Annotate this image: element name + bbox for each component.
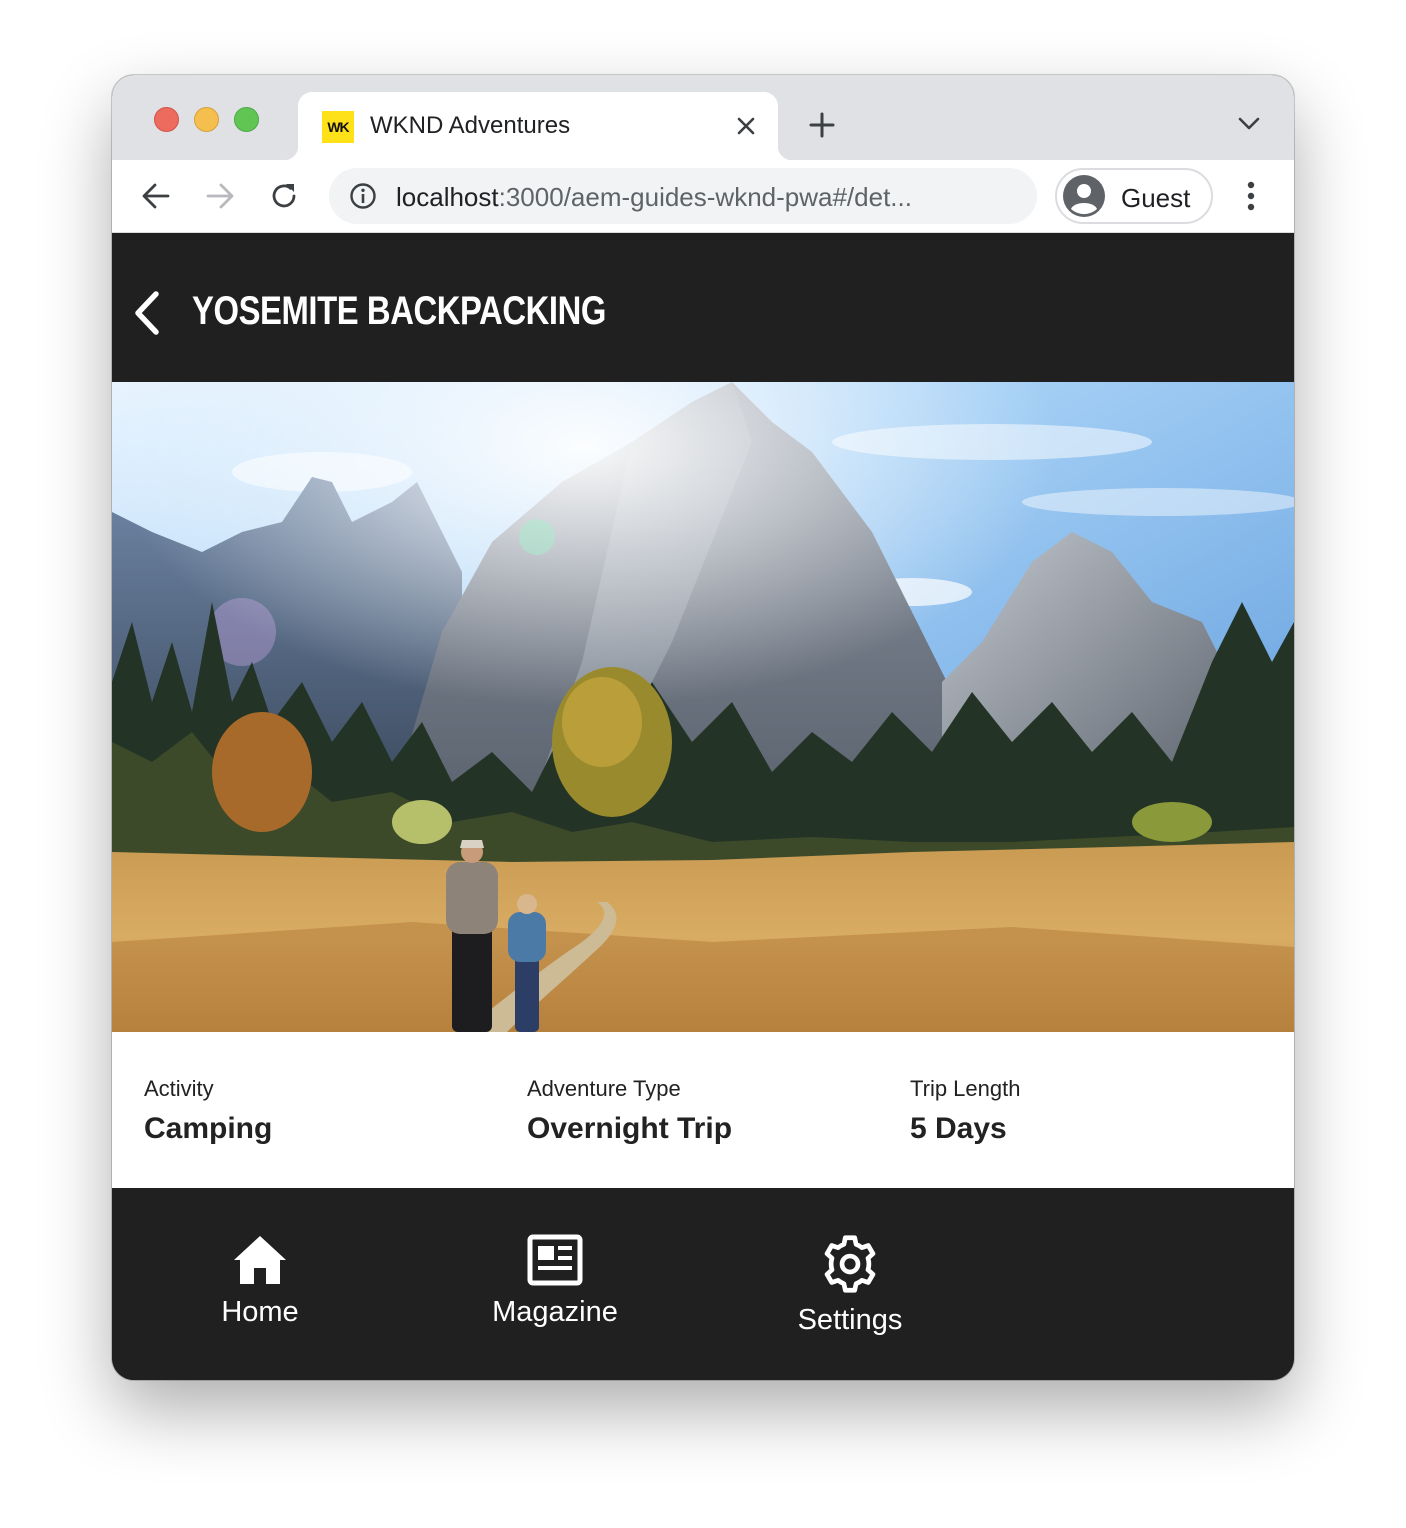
new-tab-button[interactable] [802,105,842,145]
nav-item-magazine[interactable]: Magazine [482,1234,628,1329]
tab-wknd-adventures[interactable]: WK WKND Adventures [284,92,792,160]
browser-toolbar: localhost:3000/aem-guides-wknd-pwa#/det.… [112,160,1294,233]
detail-label: Activity [144,1076,214,1101]
address-bar[interactable]: localhost:3000/aem-guides-wknd-pwa#/det.… [329,168,1037,224]
detail-value: Overnight Trip [527,1112,733,1145]
page-title: YOSEMITE BACKPACKING [192,289,606,333]
nav-item-label: Settings [797,1304,903,1336]
gear-icon [824,1235,876,1293]
detail-value: Camping [144,1112,273,1145]
app-header: YOSEMITE BACKPACKING [112,233,1294,382]
reload-button[interactable] [264,176,304,216]
forward-arrow-icon [206,183,234,209]
nav-item-settings[interactable]: Settings [790,1234,910,1337]
browser-window: WK WKND Adventures localhost:3000/aem-gu… [112,75,1294,1380]
bottom-nav: Home Magazine Settings [112,1188,1294,1380]
back-arrow-icon [142,183,170,209]
kebab-menu-icon [1247,181,1255,211]
detail-label: Trip Length [910,1076,1021,1101]
favicon-icon: WK [322,111,354,143]
profile-name: Guest [1121,183,1191,213]
detail-label: Adventure Type [527,1076,681,1101]
chevron-down-icon [1238,117,1260,130]
tab-strip: WK WKND Adventures [112,75,1294,160]
detail-trip-length: Trip Length 5 Days [910,1076,1020,1146]
tab-search-button[interactable] [1232,107,1266,141]
nav-item-home[interactable]: Home [202,1234,318,1329]
tab-title: WKND Adventures [370,112,571,139]
close-icon[interactable] [730,110,762,142]
reload-icon [272,184,296,208]
hero-image [112,382,1294,1032]
avatar-icon [1063,175,1105,217]
info-icon [350,183,376,209]
window-minimize-button[interactable] [194,107,219,132]
nav-item-label: Home [221,1296,299,1328]
plus-icon [809,112,835,138]
adventure-details: Activity Camping Adventure Type Overnigh… [112,1032,1294,1188]
back-nav-button[interactable] [124,285,170,341]
window-close-button[interactable] [154,107,179,132]
nav-item-label: Magazine [492,1296,618,1328]
detail-adventure-type: Adventure Type Overnight Trip [527,1076,732,1146]
url-text: localhost:3000/aem-guides-wknd-pwa#/det.… [396,182,912,212]
detail-activity: Activity Camping [144,1076,272,1146]
detail-value: 5 Days [910,1112,1007,1145]
browser-menu-button[interactable] [1236,176,1266,216]
back-button[interactable] [136,176,176,216]
profile-button[interactable]: Guest [1055,168,1213,224]
newspaper-icon [527,1234,583,1286]
home-icon [234,1236,286,1284]
forward-button[interactable] [200,176,240,216]
chevron-left-icon [135,291,159,335]
window-zoom-button[interactable] [234,107,259,132]
